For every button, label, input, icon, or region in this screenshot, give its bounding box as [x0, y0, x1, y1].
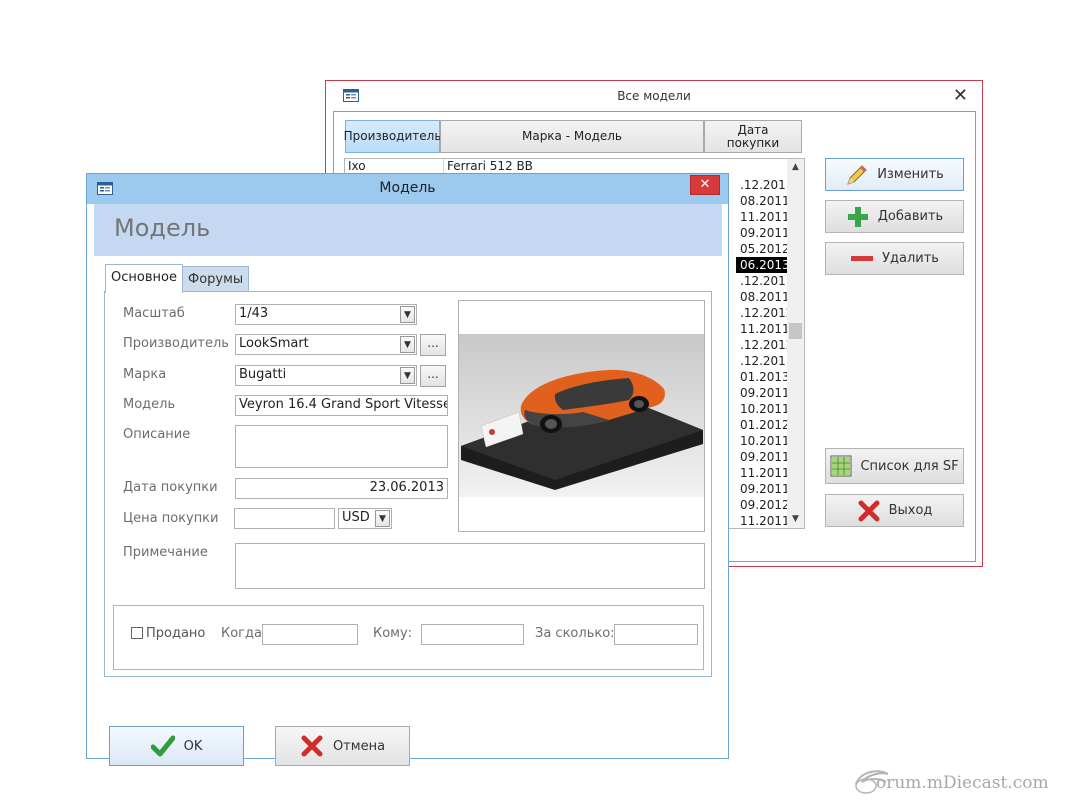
plus-icon	[847, 206, 868, 227]
red-x-icon	[301, 735, 323, 757]
chevron-down-icon[interactable]: ▼	[400, 306, 415, 323]
scroll-thumb[interactable]	[789, 323, 802, 339]
model-input[interactable]: Veyron 16.4 Grand Sport Vitesse	[235, 395, 448, 416]
minus-icon	[851, 255, 874, 261]
cell-manufacturer: Ixo	[348, 159, 366, 173]
purchase-date-label: Дата покупки	[123, 480, 218, 495]
brand-combo[interactable]: Bugatti ▼	[235, 365, 417, 386]
model-window-title: Модель	[379, 180, 436, 196]
form-header: Модель	[94, 204, 722, 256]
sold-to-whom-input[interactable]	[421, 624, 524, 645]
spreadsheet-icon	[830, 455, 852, 477]
note-label: Примечание	[123, 545, 208, 560]
sold-when-label: Когда:	[221, 626, 267, 641]
ok-button[interactable]: OK	[109, 726, 244, 766]
model-car-photo	[459, 334, 704, 497]
tab-main[interactable]: Основное	[105, 264, 183, 293]
add-button-label: Добавить	[877, 209, 944, 224]
scale-combo[interactable]: 1/43 ▼	[235, 304, 417, 325]
sold-label: Продано	[146, 626, 206, 641]
sf-list-button[interactable]: Список для SF	[825, 448, 964, 484]
manufacturer-label: Производитель	[123, 336, 229, 351]
grid-scrollbar[interactable]: ▲ ▼	[787, 159, 804, 528]
description-input[interactable]	[235, 425, 448, 468]
purchase-date-input[interactable]: 23.06.2013	[235, 478, 448, 499]
close-icon[interactable]: ✕	[953, 85, 968, 106]
scale-value: 1/43	[239, 306, 269, 321]
form-header-title: Модель	[114, 214, 211, 242]
description-label: Описание	[123, 427, 191, 442]
manufacturer-browse-button[interactable]: ...	[420, 334, 446, 356]
chevron-down-icon[interactable]: ▼	[400, 367, 415, 384]
manufacturer-value: LookSmart	[239, 336, 309, 351]
brand-label: Марка	[123, 367, 167, 382]
all-models-title: Все модели	[617, 89, 691, 103]
model-photo-frame	[458, 300, 705, 532]
model-titlebar[interactable]: Модель ✕	[87, 174, 728, 204]
price-input[interactable]	[234, 508, 335, 529]
currency-combo[interactable]: USD ▼	[338, 508, 392, 529]
sold-price-input[interactable]	[614, 624, 698, 645]
sold-group: Продано Когда: Кому: За сколько:	[113, 605, 704, 670]
sold-when-input[interactable]	[262, 624, 358, 645]
sold-checkbox[interactable]	[131, 627, 143, 639]
exit-button-label: Выход	[888, 503, 933, 518]
pencil-icon	[847, 164, 867, 185]
exit-button[interactable]: Выход	[825, 494, 964, 527]
add-button[interactable]: Добавить	[825, 200, 964, 233]
currency-value: USD	[342, 510, 370, 525]
cancel-button-label: Отмена	[332, 738, 386, 754]
close-icon[interactable]: ✕	[690, 175, 720, 195]
forum-watermark: orum.mDiecast.com	[852, 766, 1064, 796]
model-window: Модель ✕ Модель Основное Форумы Масштаб …	[86, 173, 729, 766]
column-header-purchase-date[interactable]: Дата покупки	[704, 120, 802, 153]
manufacturer-combo[interactable]: LookSmart ▼	[235, 334, 417, 355]
chevron-down-icon[interactable]: ▼	[375, 510, 390, 527]
note-input[interactable]	[235, 543, 705, 589]
edit-button-label: Изменить	[877, 167, 944, 182]
brand-value: Bugatti	[239, 367, 287, 382]
ok-button-label: OK	[183, 738, 203, 754]
tab-forums[interactable]: Форумы	[182, 266, 250, 291]
chevron-down-icon[interactable]: ▼	[787, 511, 804, 528]
all-models-titlebar[interactable]: Все модели ✕	[326, 81, 982, 111]
delete-button-label: Удалить	[882, 251, 939, 266]
delete-button[interactable]: Удалить	[825, 242, 964, 275]
model-label: Модель	[123, 397, 176, 412]
chevron-up-icon[interactable]: ▲	[787, 159, 804, 176]
watermark-text: orum.mDiecast.com	[876, 773, 1049, 793]
green-check-icon	[150, 735, 175, 757]
cancel-button[interactable]: Отмена	[275, 726, 410, 766]
red-x-icon	[858, 500, 880, 521]
edit-button[interactable]: Изменить	[825, 158, 964, 191]
sf-list-button-label: Список для SF	[860, 458, 959, 474]
chevron-down-icon[interactable]: ▼	[400, 336, 415, 353]
brand-browse-button[interactable]: ...	[420, 365, 446, 387]
column-header-manufacturer[interactable]: Производитель	[344, 120, 441, 153]
scale-label: Масштаб	[123, 306, 185, 321]
tab-page-main: Масштаб 1/43 ▼ Производитель LookSmart ▼…	[104, 291, 712, 677]
price-label: Цена покупки	[123, 511, 219, 526]
model-form: Модель Основное Форумы Масштаб 1/43 ▼ Пр…	[94, 204, 722, 766]
sold-price-label: За сколько:	[535, 626, 615, 641]
sold-to-whom-label: Кому:	[373, 626, 413, 641]
column-header-brand-model[interactable]: Марка - Модель	[440, 120, 704, 153]
